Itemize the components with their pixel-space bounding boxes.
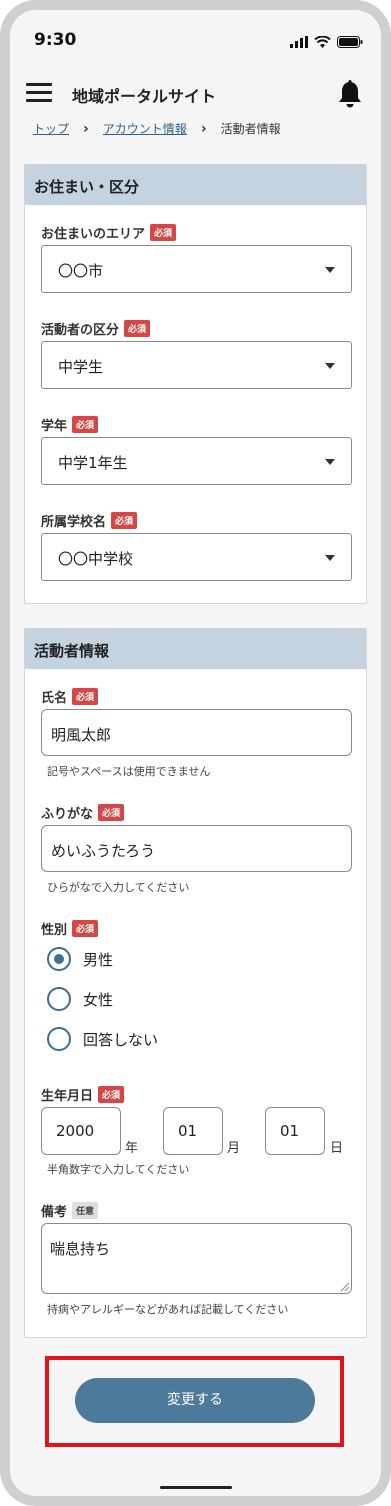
school-select-value: 〇〇中学校 (58, 550, 134, 568)
submit-button[interactable]: 変更する (75, 1378, 315, 1423)
gender-option-label: 男性 (83, 950, 114, 969)
gender-radio-no-answer[interactable]: 回答しない (47, 1027, 158, 1051)
birth-day-value: 01 (280, 1122, 300, 1140)
breadcrumb-account-link[interactable]: アカウント情報 (103, 120, 187, 137)
dropdown-arrow-icon (325, 555, 335, 561)
birth-year-input[interactable]: 2000 (41, 1107, 121, 1155)
birth-month-value: 01 (178, 1122, 198, 1140)
required-badge: 必須 (72, 688, 99, 705)
year-unit: 年 (125, 1141, 139, 1156)
notes-label: 備考 任意 (41, 1201, 99, 1220)
gender-radio-female[interactable]: 女性 (47, 987, 113, 1011)
birth-month-input[interactable]: 01 (163, 1107, 223, 1155)
bell-icon[interactable] (337, 80, 363, 108)
phone-frame: 9:30 地域ポータルサイト トップ › アカウント情報 › 活動者情報 お住ま… (0, 0, 391, 1506)
radio-unchecked-icon[interactable] (47, 987, 71, 1011)
screen: 9:30 地域ポータルサイト トップ › アカウント情報 › 活動者情報 お住ま… (10, 10, 381, 1496)
name-label: 氏名 必須 (41, 687, 99, 706)
name-hint: 記号やスペースは使用できません (47, 765, 211, 778)
furigana-label: ふりがな 必須 (41, 803, 125, 822)
birthdate-hint: 半角数字で入力してください (47, 1163, 190, 1176)
required-badge: 必須 (72, 920, 99, 937)
day-unit: 日 (330, 1141, 344, 1156)
furigana-label-text: ふりがな (41, 807, 94, 822)
name-input-value: 明風太郎 (51, 726, 112, 744)
grade-label: 学年 必須 (41, 415, 99, 434)
breadcrumb-top-link[interactable]: トップ (33, 120, 69, 137)
name-input[interactable]: 明風太郎 (41, 709, 352, 756)
grade-label-text: 学年 (41, 419, 68, 434)
gender-option-label: 回答しない (83, 1030, 159, 1049)
dropdown-arrow-icon (325, 459, 335, 465)
breadcrumb-current: 活動者情報 (220, 122, 281, 136)
category-label-text: 活動者の区分 (41, 323, 120, 338)
radio-unchecked-icon[interactable] (47, 1027, 71, 1051)
required-badge: 必須 (98, 804, 125, 821)
gender-option-label: 女性 (83, 990, 114, 1009)
gender-label-text: 性別 (41, 923, 68, 938)
site-title: 地域ポータルサイト (72, 87, 217, 106)
gender-radio-male[interactable]: 男性 (47, 947, 113, 971)
notes-hint: 持病やアレルギーなどがあれば記載してください (47, 1303, 289, 1316)
required-badge: 必須 (150, 224, 177, 241)
category-select-value: 中学生 (58, 358, 104, 376)
home-indicator (160, 1486, 232, 1489)
area-select-value: 〇〇市 (58, 262, 104, 280)
dropdown-arrow-icon (325, 267, 335, 273)
chevron-right-icon: › (200, 120, 207, 137)
school-label: 所属学校名 必須 (41, 511, 138, 530)
chevron-right-icon: › (83, 120, 89, 137)
notes-textarea[interactable]: 喘息持ち (41, 1223, 352, 1294)
breadcrumb: トップ › アカウント情報 › 活動者情報 (33, 120, 281, 137)
gender-label: 性別 必須 (41, 919, 99, 938)
birthdate-label: 生年月日 必須 (41, 1085, 125, 1104)
area-select[interactable]: 〇〇市 (41, 245, 352, 293)
grade-select-value: 中学1年生 (58, 454, 128, 472)
required-badge: 必須 (111, 512, 138, 529)
signal-icon (290, 36, 308, 48)
birth-day-input[interactable]: 01 (265, 1107, 325, 1155)
grade-select[interactable]: 中学1年生 (41, 437, 352, 485)
birth-year-value: 2000 (56, 1122, 95, 1140)
furigana-input[interactable]: めいふうたろう (41, 825, 352, 872)
furigana-hint: ひらがなで入力してください (47, 881, 190, 894)
required-badge: 必須 (124, 320, 151, 337)
required-badge: 必須 (72, 416, 99, 433)
activist-section: 活動者情報 氏名 必須 明風太郎 記号やスペースは使用できません ふりがな 必須… (24, 628, 367, 1338)
area-label-text: お住まいのエリア (41, 227, 146, 242)
status-bar: 9:30 (10, 28, 381, 54)
radio-checked-icon[interactable] (47, 947, 71, 971)
residence-section-title: お住まい・区分 (25, 165, 366, 205)
category-select[interactable]: 中学生 (41, 341, 352, 389)
month-unit: 月 (227, 1141, 241, 1156)
name-label-text: 氏名 (41, 691, 68, 706)
school-select[interactable]: 〇〇中学校 (41, 533, 352, 581)
optional-badge: 任意 (72, 1202, 99, 1219)
notes-value: 喘息持ち (50, 1240, 111, 1258)
app-header: 地域ポータルサイト (10, 70, 381, 118)
dropdown-arrow-icon (325, 363, 335, 369)
wifi-icon (314, 36, 331, 48)
school-label-text: 所属学校名 (41, 515, 107, 530)
status-icons (290, 36, 363, 48)
residence-section: お住まい・区分 お住まいのエリア 必須 〇〇市 活動者の区分 必須 中学生 学年… (24, 164, 367, 604)
required-badge: 必須 (98, 1086, 125, 1103)
birthdate-label-text: 生年月日 (41, 1089, 94, 1104)
activist-section-title: 活動者情報 (25, 629, 366, 669)
area-label: お住まいのエリア 必須 (41, 223, 177, 242)
notes-label-text: 備考 (41, 1205, 68, 1220)
furigana-input-value: めいふうたろう (51, 842, 156, 860)
resize-handle-icon[interactable] (339, 1281, 349, 1291)
category-label: 活動者の区分 必須 (41, 319, 151, 338)
menu-icon[interactable] (26, 82, 52, 104)
battery-icon (337, 36, 363, 48)
submit-highlight-frame: 変更する (45, 1356, 344, 1447)
status-time: 9:30 (34, 30, 77, 50)
